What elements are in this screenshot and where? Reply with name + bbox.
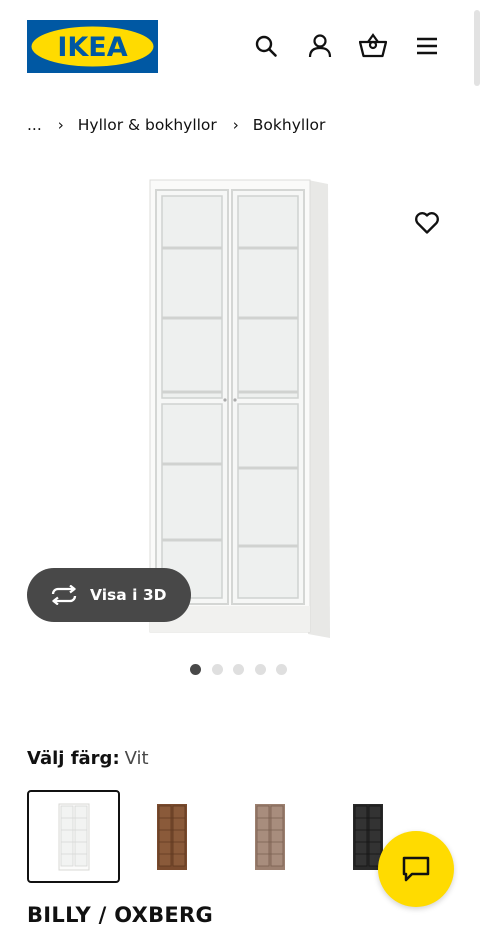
view-in-3d-label: Visa i 3D [90,586,167,604]
header: IKEA [0,0,480,96]
color-label: Välj färg: [27,748,120,769]
swatch-white[interactable] [27,790,120,883]
carousel-dot-2[interactable] [211,664,223,675]
product-title: BILLY / OXBERG [27,903,214,927]
breadcrumb-item-shelves[interactable]: Hyllor & bokhyllor [78,116,217,134]
color-value: Vit [124,748,149,769]
logo-text: IKEA [57,32,127,63]
swatch-brown[interactable] [125,790,218,883]
view-in-3d-button[interactable]: Visa i 3D [27,568,191,622]
chevron-right-icon: › [57,116,64,134]
image-carousel-dots [190,664,298,676]
carousel-dot-4[interactable] [254,664,266,675]
chat-icon [402,856,430,882]
ikea-logo[interactable]: IKEA [27,20,158,73]
chat-button[interactable] [378,831,454,907]
color-selection-label: Välj färg: Vit [27,748,149,769]
carousel-dot-5[interactable] [276,664,287,675]
account-icon[interactable] [306,32,334,60]
search-icon[interactable] [252,32,280,60]
breadcrumb-item-bookcases[interactable]: Bokhyllor [253,116,326,134]
rotate-3d-icon [50,584,80,606]
cart-icon[interactable] [359,32,387,60]
menu-icon[interactable] [413,32,441,60]
favorite-heart-icon[interactable] [412,208,442,238]
breadcrumb: ... › Hyllor & bokhyllor › Bokhyllor [27,114,325,136]
carousel-dot-1[interactable] [190,664,201,675]
chevron-right-icon: › [232,116,239,134]
carousel-dot-3[interactable] [233,664,244,675]
swatch-grey-brown[interactable] [223,790,316,883]
breadcrumb-item-more[interactable]: ... [27,116,42,134]
